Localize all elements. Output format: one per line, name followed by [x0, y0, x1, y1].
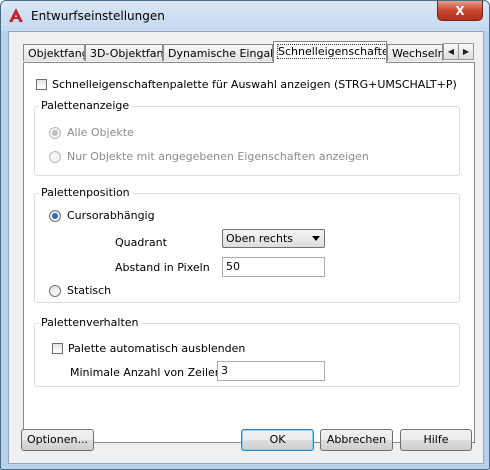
radio-alle-objekte-label[interactable]: Alle Objekte	[67, 126, 134, 139]
min-rows-label: Minimale Anzahl von Zeilen	[70, 366, 222, 379]
radio-nur-objekte[interactable]	[49, 151, 61, 163]
quadrant-dropdown[interactable]: Oben rechts	[222, 229, 325, 248]
tab-wechselnd[interactable]: Wechselnd	[387, 44, 443, 61]
tab-scroll-left-icon[interactable]: ◀	[443, 43, 459, 60]
quadrant-dropdown-value: Oben rechts	[226, 232, 293, 245]
min-rows-input[interactable]: 3	[217, 361, 325, 381]
group-title-palettenverhalten: Palettenverhalten	[39, 316, 141, 329]
chevron-down-icon	[312, 236, 320, 241]
palette-toggle-checkbox[interactable]	[36, 79, 47, 90]
group-title-palettenposition: Palettenposition	[39, 186, 132, 199]
ok-button[interactable]: OK	[241, 429, 314, 451]
abstand-input[interactable]: 50	[222, 257, 325, 277]
quadrant-label: Quadrant	[115, 236, 167, 249]
radio-cursorabhaengig-label[interactable]: Cursorabhängig	[67, 209, 155, 222]
radio-alle-objekte[interactable]	[49, 127, 61, 139]
help-button[interactable]: Hilfe	[400, 429, 472, 451]
window-title: Entwurfseinstellungen	[31, 9, 165, 23]
palette-toggle-label[interactable]: Schnelleigenschaftenpalette für Auswahl …	[52, 78, 457, 91]
dialog-body: Objektfang 3D-Objektfang Dynamische Eing…	[8, 31, 484, 464]
close-button[interactable]: X	[437, 1, 483, 21]
title-bar[interactable]: Entwurfseinstellungen X	[1, 1, 489, 31]
cancel-button[interactable]: Abbrechen	[320, 429, 393, 451]
dialog-window: Entwurfseinstellungen X Objektfang 3D-Ob…	[0, 0, 490, 470]
tab-objektfang[interactable]: Objektfang	[23, 44, 85, 61]
radio-cursorabhaengig[interactable]	[49, 210, 61, 222]
abstand-label: Abstand in Pixeln	[115, 261, 210, 274]
tab-scroll-right-icon[interactable]: ▶	[458, 43, 474, 60]
tab-bar: Objektfang 3D-Objektfang Dynamische Eing…	[23, 41, 475, 63]
tab-page-schnelleigenschaften: Schnelleigenschaftenpalette für Auswahl …	[23, 62, 475, 443]
radio-statisch[interactable]	[49, 285, 61, 297]
tab-3d-objektfang[interactable]: 3D-Objektfang	[85, 44, 163, 61]
autohide-checkbox[interactable]	[52, 343, 63, 354]
radio-statisch-label[interactable]: Statisch	[67, 284, 111, 297]
radio-nur-objekte-label[interactable]: Nur Objekte mit angegebenen Eigenschafte…	[67, 150, 369, 163]
group-palettenanzeige	[34, 106, 460, 176]
tab-dynamische-eingabe[interactable]: Dynamische Eingabe	[163, 44, 273, 61]
tab-schnelleigenschaften[interactable]: Schnelleigenschaften	[273, 41, 387, 63]
options-button[interactable]: Optionen...	[21, 429, 94, 451]
close-icon: X	[455, 3, 465, 18]
group-title-palettenanzeige: Palettenanzeige	[39, 99, 132, 112]
autocad-logo-icon	[8, 7, 24, 23]
autohide-label[interactable]: Palette automatisch ausblenden	[68, 342, 245, 355]
